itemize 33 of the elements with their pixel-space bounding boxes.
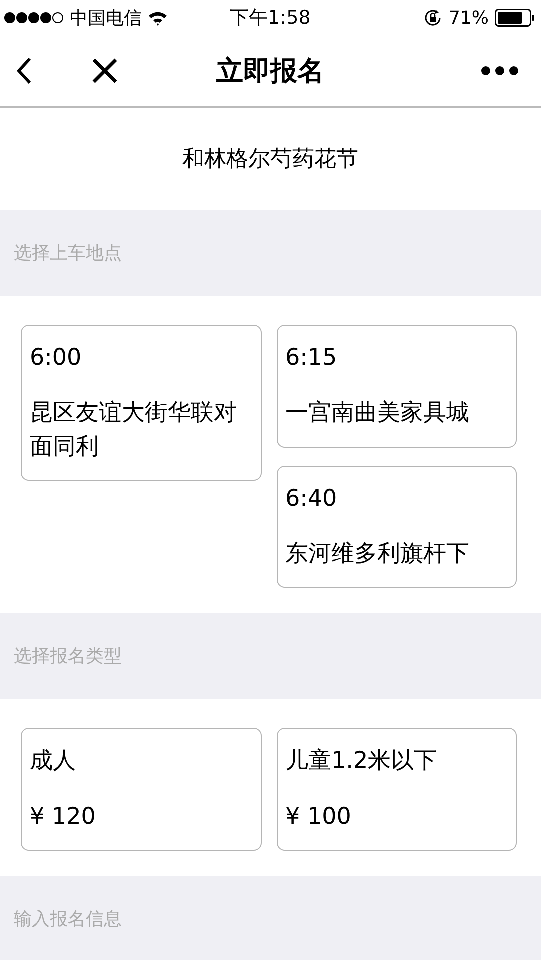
wifi-icon [148, 10, 168, 26]
ticket-price: ¥ 100 [286, 802, 352, 832]
more-icon [481, 66, 519, 76]
close-icon [92, 58, 118, 84]
event-name: 和林格尔芍药花节 [182, 146, 358, 174]
section-label: 选择报名类型 [14, 645, 122, 668]
clock-time: 下午1:58 [230, 6, 311, 31]
pickup-place: 昆区友谊大街华联对面同利 [30, 399, 238, 462]
departure-time: 6:40 [286, 484, 338, 514]
pickup-option[interactable]: 6:00 昆区友谊大街华联对面同利 [21, 325, 262, 482]
rotation-lock-icon [422, 8, 443, 28]
ticket-type: 成人 [30, 747, 77, 776]
back-icon [16, 57, 32, 85]
pickup-place: 东河维多利旗杆下 [286, 540, 470, 570]
page-title: 立即报名 [216, 55, 324, 89]
pickup-option[interactable]: 6:40 东河维多利旗杆下 [276, 466, 517, 588]
ticket-option[interactable]: 成人 ¥ 120 [21, 728, 262, 852]
close-button[interactable] [92, 58, 118, 84]
back-button[interactable] [16, 57, 32, 85]
signal-icon [4, 12, 64, 24]
more-button[interactable] [481, 66, 519, 76]
pickup-place: 一宫南曲美家具城 [286, 399, 470, 428]
carrier-name: 中国电信 [70, 7, 142, 30]
section-label: 输入报名信息 [14, 908, 122, 932]
departure-time: 6:15 [286, 344, 338, 373]
departure-time: 6:00 [30, 344, 83, 373]
ticket-type: 儿童1.2米以下 [286, 747, 438, 776]
battery-icon [495, 9, 535, 27]
pickup-option[interactable]: 6:15 一宫南曲美家具城 [276, 325, 517, 448]
ticket-option[interactable]: 儿童1.2米以下 ¥ 100 [276, 728, 517, 852]
section-label: 选择上车地点 [14, 242, 122, 265]
battery-percent: 71% [448, 8, 489, 28]
ticket-price: ¥ 120 [30, 802, 97, 832]
